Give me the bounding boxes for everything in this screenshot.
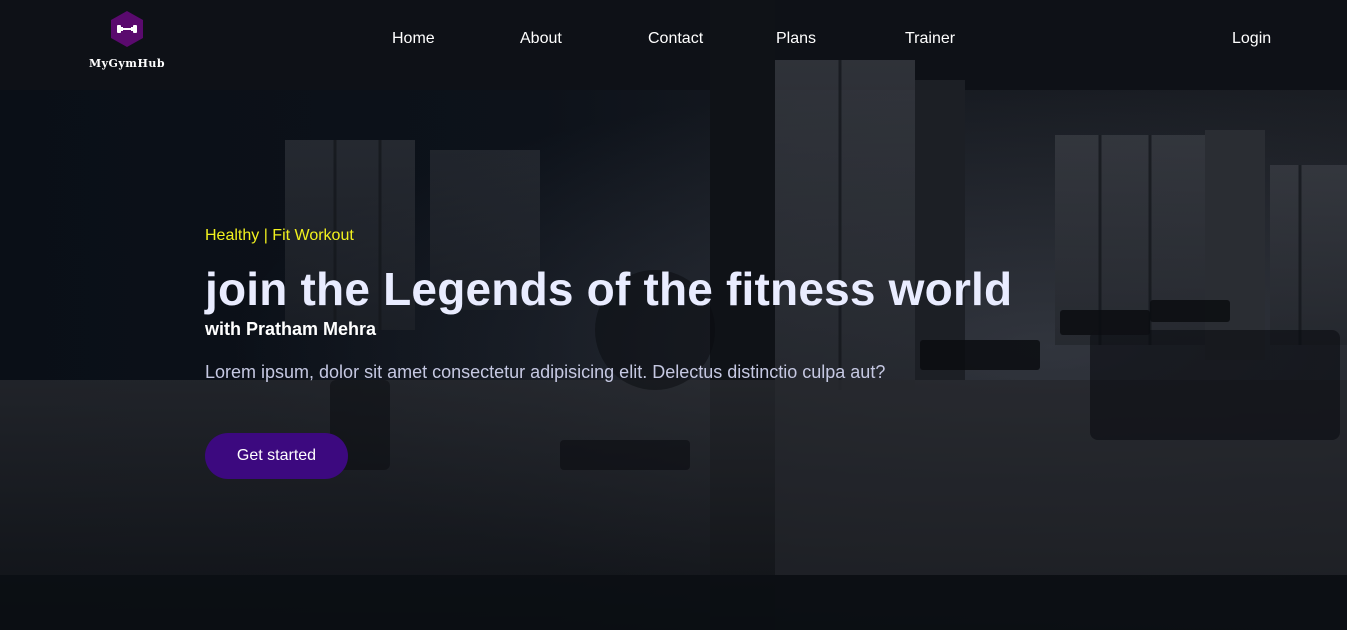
nav-link-about[interactable]: About <box>520 30 562 48</box>
hero-description: Lorem ipsum, dolor sit amet consectetur … <box>205 362 886 382</box>
hero-subheadline: with Pratham Mehra <box>205 319 377 339</box>
login-link[interactable]: Login <box>1232 30 1271 48</box>
get-started-button[interactable]: Get started <box>205 433 348 479</box>
nav-link-trainer[interactable]: Trainer <box>905 30 955 48</box>
hero-tagline: Healthy | Fit Workout <box>205 227 354 244</box>
nav-link-home[interactable]: Home <box>392 30 435 48</box>
hero-headline: join the Legends of the fitness world <box>205 263 1013 315</box>
nav-link-plans[interactable]: Plans <box>776 30 816 48</box>
nav-link-contact[interactable]: Contact <box>648 30 703 48</box>
brand-name: MyGymHub <box>88 57 166 70</box>
landing-page: MyGymHub Home About Contact Plans Traine… <box>0 0 1347 630</box>
brand-logo[interactable]: MyGymHub <box>82 10 172 70</box>
dumbbell-icon <box>111 11 143 47</box>
